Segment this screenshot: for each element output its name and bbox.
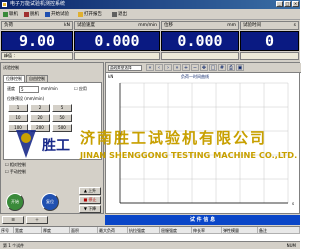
manual-control-checkbox[interactable]: ☐ 手动控制 [5, 169, 26, 175]
meter-load-peak: 峰值 ： [1, 52, 73, 60]
tab-displacement-control[interactable]: 位移控制 [3, 75, 25, 82]
play-icon [45, 12, 50, 17]
apply-checkbox[interactable]: ☐ 应用 [74, 86, 87, 92]
meter-displacement-value: 0.000 [161, 31, 239, 51]
toolbar-connect[interactable]: 联机 [3, 11, 18, 18]
meter-time-unit: s [293, 23, 296, 28]
speed-input[interactable]: 5 [19, 86, 39, 93]
preset-button-2[interactable]: 2 [30, 104, 50, 112]
toolbar-start-test[interactable]: 开始试验 [45, 11, 69, 18]
meter-load-label: 负荷 [4, 23, 13, 28]
meter-load-value: 9.00 [1, 31, 73, 51]
preset-button-20[interactable]: 20 [30, 114, 50, 122]
col-header: 面积 [70, 227, 98, 234]
up-button[interactable]: ▲ 上升 [79, 187, 101, 195]
reset-button[interactable]: 复位 [41, 193, 59, 211]
control-tab-body: 速度 5 mm/min ☐ 应用 位移预设 (mm/min) 1 2 5 10 … [3, 82, 102, 160]
watermark-company-cn: 济南胜工试验机有限公司 [80, 129, 268, 147]
report-icon [78, 12, 83, 17]
control-tabs: 位移控制 自由控制 [3, 75, 49, 82]
preset-button-10[interactable]: 10 [8, 114, 28, 122]
col-header: 最大负荷 [98, 227, 128, 234]
main-window: 电子万能试验机测控系统 _ □ × 联机 脱机 开始试验 打开报告 退出 负荷 k… [0, 0, 301, 249]
preset-button-1[interactable]: 1 [8, 104, 28, 112]
title-bar: 电子万能试验机测控系统 _ □ × [0, 0, 300, 9]
meter-displacement: 位移 mm 0.000 [161, 21, 239, 61]
toolbar: 联机 脱机 开始试验 打开报告 退出 [0, 9, 300, 20]
minimize-button[interactable]: _ [276, 1, 283, 7]
meter-speed-unit: mm/min [138, 23, 157, 28]
toolbar-exit[interactable]: 退出 [112, 11, 127, 18]
toolbar-open-report[interactable]: 打开报告 [78, 11, 102, 18]
meter-time-value: 0 [240, 31, 299, 51]
meter-speed-value: 0.000 [74, 31, 160, 51]
col-header: 厚度 [42, 227, 70, 234]
stop-button[interactable]: ■ 停止 [79, 196, 101, 204]
meter-time-label: 试验时间 [243, 23, 261, 28]
run-button[interactable]: 开始 [6, 193, 24, 211]
status-num: NUM [286, 243, 296, 248]
window-title: 电子万能试验机测控系统 [10, 1, 66, 7]
col-header: 备注 [258, 227, 300, 234]
preset-button-500[interactable]: 500 [52, 124, 72, 132]
preset-button-5[interactable]: 5 [52, 104, 72, 112]
meter-speed-label: 试验速度 [77, 23, 95, 28]
speed-unit: mm/min [41, 86, 58, 91]
relative-control-checkbox[interactable]: ☐ 相对控制 [5, 162, 26, 168]
disconnect-icon [24, 12, 29, 17]
meter-load-unit: kN [64, 23, 70, 28]
exit-icon [112, 12, 117, 17]
tab-free-control[interactable]: 自由控制 [26, 75, 48, 82]
col-header: 伸长率 [192, 227, 222, 234]
connect-icon [3, 12, 8, 17]
meter-time: 试验时间 s 0 [240, 21, 299, 61]
app-icon [2, 2, 7, 7]
col-header: 序号 [0, 227, 14, 234]
meter-speed: 试验速度 mm/min 0.000 [74, 21, 160, 61]
status-text: 第 1 个试件 [3, 243, 25, 248]
watermark-company-en: JINAN SHENGGONG TESTING MACHINE CO.,LTD. [80, 150, 298, 160]
meter-displacement-label: 位移 [164, 23, 173, 28]
meter-panel: 负荷 kN 9.00 峰值 ： 试验速度 mm/min 0.000 位移 mm 0.0… [0, 21, 300, 61]
status-bar: 第 1 个试件 NUM [0, 241, 300, 249]
down-button[interactable]: ▼ 下降 [79, 205, 101, 213]
preset-button-50[interactable]: 50 [52, 114, 72, 122]
meter-load: 负荷 kN 9.00 峰值 ： [1, 21, 73, 61]
col-header: 抗拉强度 [128, 227, 160, 234]
maximize-button[interactable]: □ [284, 1, 291, 7]
specimen-list-button[interactable]: ☰ [2, 216, 24, 224]
toolbar-disconnect[interactable]: 脱机 [24, 11, 39, 18]
col-header: 宽度 [14, 227, 42, 234]
control-panel-title: 试验控制 [3, 65, 19, 70]
col-header: 弹性模量 [222, 227, 258, 234]
specimen-info-bar: 试 件 信 息 [105, 215, 300, 225]
meter-displacement-unit: mm [227, 23, 236, 28]
col-header: 屈服强度 [160, 227, 192, 234]
close-button[interactable]: × [292, 1, 299, 7]
specimen-add-button[interactable]: ＋ [26, 216, 48, 224]
preset-button-100[interactable]: 100 [8, 124, 28, 132]
preset-title: 位移预设 (mm/min) [7, 96, 45, 101]
preset-button-200[interactable]: 200 [30, 124, 50, 132]
speed-label: 速度 [7, 86, 15, 91]
